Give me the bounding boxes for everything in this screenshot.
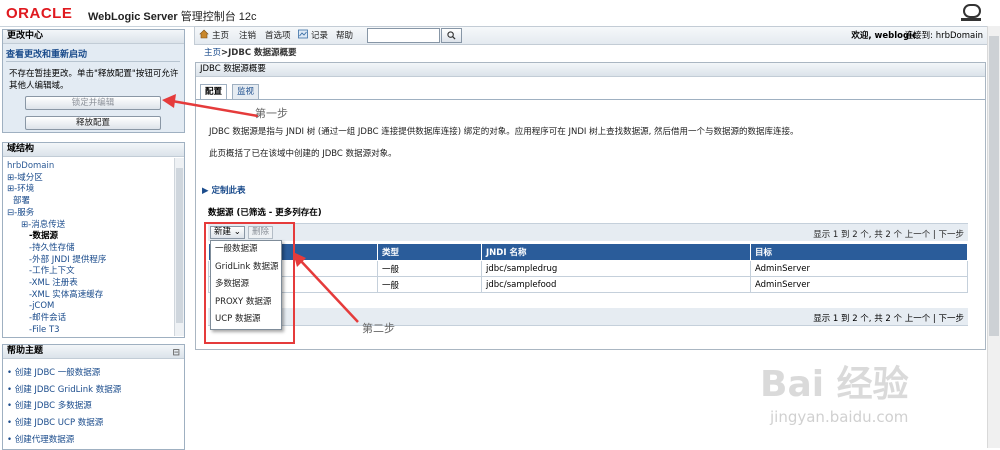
step2-arrow-line (299, 259, 359, 323)
step1-arrow-line (171, 99, 259, 118)
step1-label: 第一步 (255, 107, 288, 120)
baidu-watermark-url: jingyan.baidu.com (770, 408, 909, 426)
baidu-watermark: Bai 经验 (760, 364, 909, 405)
step2-label: 第二步 (362, 322, 395, 335)
step1-arrow-head (162, 94, 176, 108)
